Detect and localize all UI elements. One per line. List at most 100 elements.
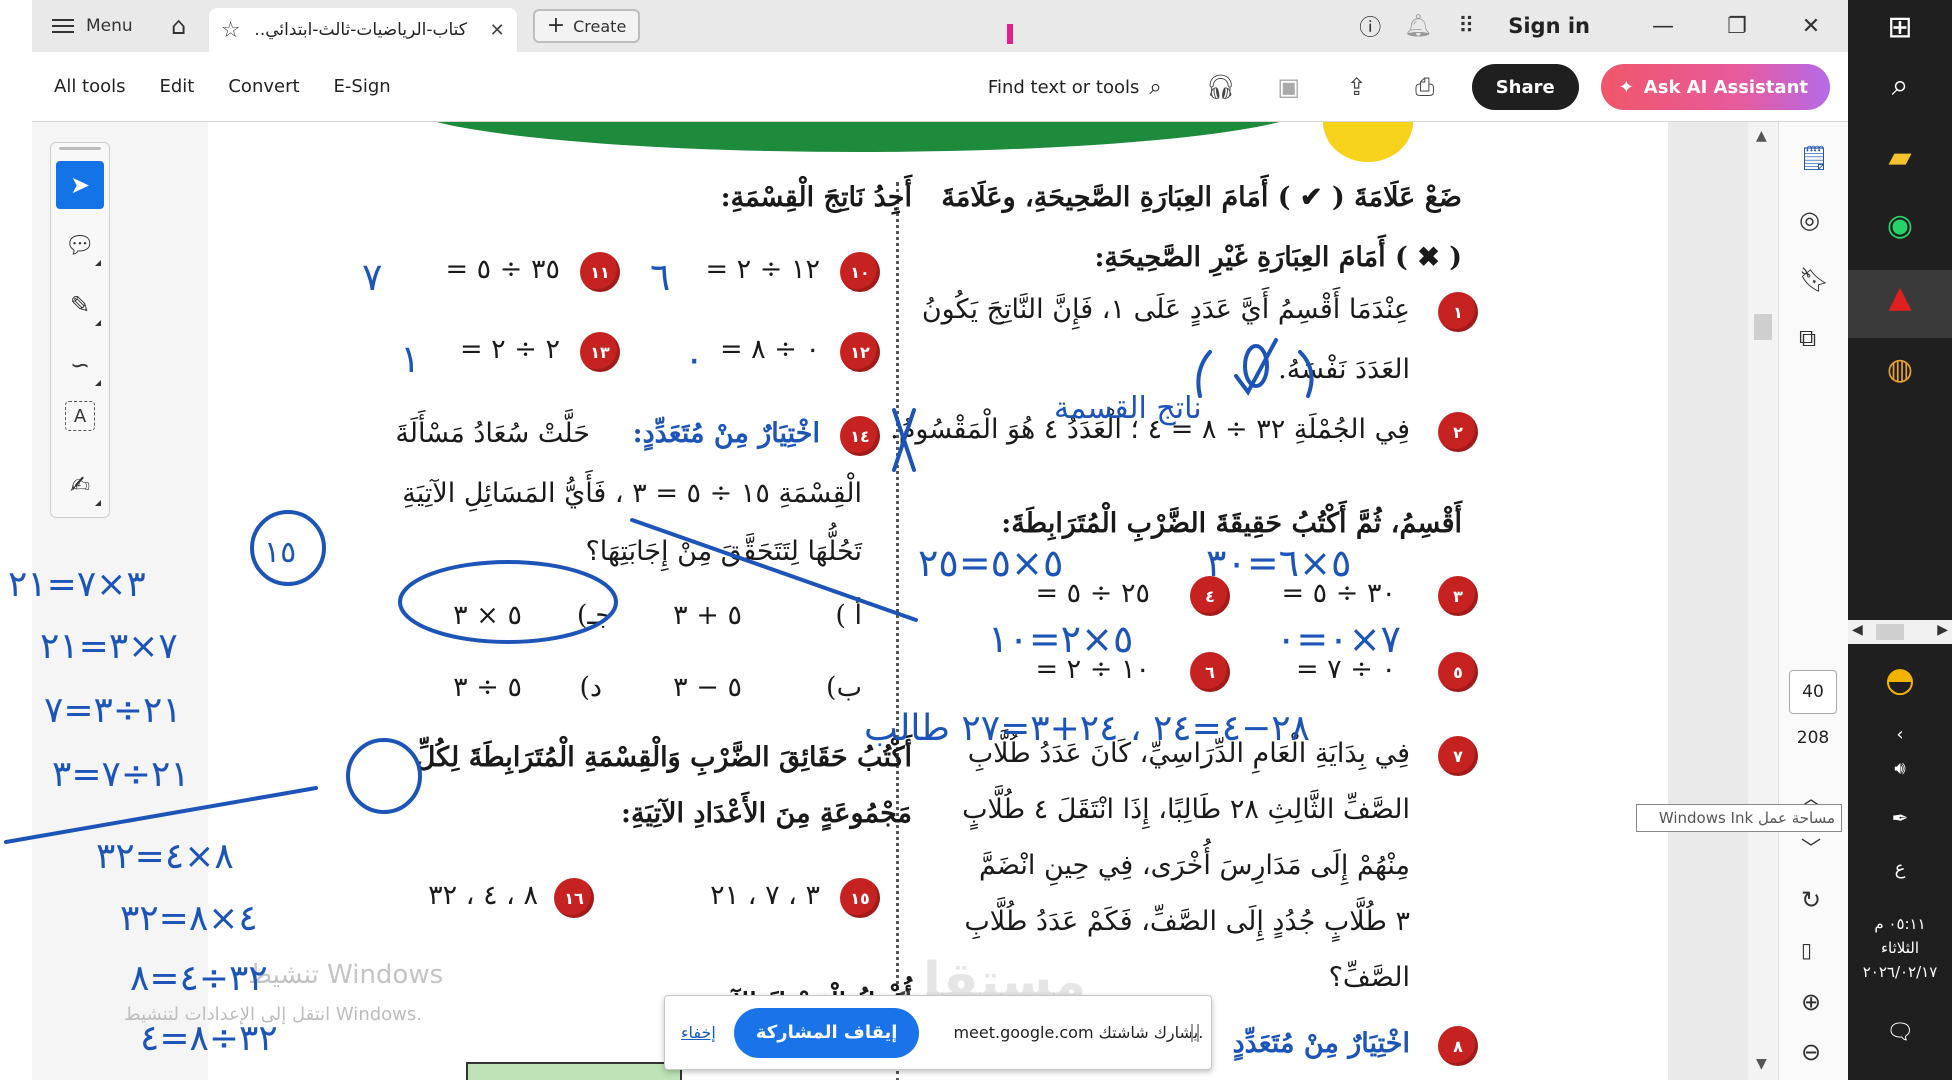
screen-share-bar: إخفاء إيقاف المشاركة meet.google.com يشا… xyxy=(664,995,1212,1070)
scroll-right-icon[interactable]: ▶ xyxy=(1937,622,1948,638)
hamburger-icon xyxy=(52,19,74,33)
page-total: 208 xyxy=(1796,728,1830,748)
app-window: Menu ⌂ ☆ كتاب-الرياضيات-ثالث-ابتدائي.. ✕… xyxy=(0,0,1952,1080)
next-page-icon[interactable]: ﹀ xyxy=(1801,832,1821,861)
apps-grid-icon[interactable]: ⠿ xyxy=(1442,14,1490,39)
fit-page-icon[interactable]: ▯ xyxy=(1801,938,1812,962)
q2-text: فِي الجُمْلَةِ ٣٢ ÷ ٨ = ٤ ؛ الْعَدَدُ ٤ … xyxy=(890,414,1410,445)
option-d: ٥ ÷ ٣ xyxy=(453,672,522,703)
zoom-out-icon[interactable]: ⊖ xyxy=(1801,1038,1821,1066)
option-b: ٥ − ٣ xyxy=(673,672,742,703)
pdf-page: ضَعْ عَلَامَةَ ( ✔ ) أَمَامَ العِبَارَةِ… xyxy=(208,122,1668,1080)
edit-menu[interactable]: Edit xyxy=(160,76,195,97)
restore-icon[interactable]: ❐ xyxy=(1700,14,1774,39)
h-scroll-thumb[interactable] xyxy=(1876,624,1904,640)
tool-palette: ➤ 💬︎ ✎ ∽ A ✍ xyxy=(50,142,110,518)
q14-title: اخْتِيَارٌ مِنْ مُتَعَدِّدٍ: xyxy=(632,418,820,449)
q5-expression: ٠ ÷ ٧ = xyxy=(1295,654,1396,685)
document-viewport[interactable]: ضَعْ عَلَامَةَ ( ✔ ) أَمَامَ العِبَارَةِ… xyxy=(124,122,1778,1080)
all-tools-menu[interactable]: All tools xyxy=(54,76,126,97)
volume-icon[interactable]: 🔊︎ xyxy=(1848,758,1952,779)
taskbar-clock[interactable]: ٠٥:١١ م الثلاثاء ٢٠٢٦/٠٢/١٧ xyxy=(1848,912,1952,984)
scroll-down-arrow-icon[interactable]: ▼ xyxy=(1756,1056,1767,1072)
create-button[interactable]: + Create xyxy=(532,9,641,43)
tab-title: كتاب-الرياضيات-ثالث-ابتدائي.. xyxy=(254,20,467,40)
notifications-icon[interactable]: 🗨︎ xyxy=(1848,1020,1952,1045)
sign-in-button[interactable]: Sign in xyxy=(1508,14,1590,38)
find-button[interactable]: Find text or tools ⌕ xyxy=(988,75,1162,100)
comments-icon[interactable]: ◎ xyxy=(1799,206,1820,234)
text-box-tool-icon[interactable]: A xyxy=(65,401,95,431)
horizontal-scrollbar[interactable]: ◀ ▶ xyxy=(1848,620,1952,644)
print-icon[interactable]: ⎙ xyxy=(1394,73,1456,101)
taskbar-search-icon[interactable]: ⌕ xyxy=(1848,68,1952,103)
bookmarks-icon[interactable]: 🔖︎ xyxy=(1799,266,1829,294)
menu-button[interactable]: Menu xyxy=(32,0,149,52)
palette-grip[interactable] xyxy=(59,147,101,150)
draw-tool-icon[interactable]: ∽ xyxy=(56,341,104,389)
share-button[interactable]: Share xyxy=(1471,64,1579,110)
question-badge-8: ٨ xyxy=(1438,1026,1478,1066)
option-a: ٥ + ٣ xyxy=(673,600,742,631)
heading-find-quotient: أَجِدُ نَاتِجَ الْقِسْمَةِ: xyxy=(720,182,912,213)
comment-tool-icon[interactable]: 💬︎ xyxy=(56,221,104,269)
read-aloud-icon[interactable]: 🎧︎ xyxy=(1190,73,1252,101)
drag-handle-icon[interactable] xyxy=(1191,1024,1199,1042)
close-tab-icon[interactable]: ✕ xyxy=(490,20,505,41)
main-toolbar: All tools Edit Convert E-Sign Find text … xyxy=(32,52,1848,122)
recording-indicator xyxy=(1007,24,1013,44)
right-sidebar: 🗒︎ ◎ 🔖︎ ⧉ 40 208 ︿ ﹀ ↻ ▯ ⊕ ⊖ xyxy=(1778,122,1848,1080)
close-window-icon[interactable]: ✕ xyxy=(1774,14,1848,39)
heading-multiplication-facts: أَقْسِمُ، ثُمَّ أَكْتُبُ حَقِيقَةَ الضَّ… xyxy=(1001,508,1462,539)
esign-menu[interactable]: E-Sign xyxy=(334,76,391,97)
stop-sharing-button[interactable]: إيقاف المشاركة xyxy=(733,1007,920,1058)
pages-icon[interactable]: ⧉ xyxy=(1799,324,1816,352)
ai-assistant-button[interactable]: ✦ Ask AI Assistant xyxy=(1600,64,1830,110)
weather-icon[interactable]: ◓ xyxy=(1848,660,1952,700)
rotate-icon[interactable]: ↻ xyxy=(1801,886,1821,914)
share-message: meet.google.com يشارك شاشتك. xyxy=(953,1023,1204,1042)
document-tab[interactable]: ☆ كتاب-الرياضيات-ثالث-ابتدائي.. ✕ xyxy=(208,8,517,52)
star-icon[interactable]: ☆ xyxy=(221,18,241,43)
help-icon[interactable]: ⓘ xyxy=(1346,10,1394,42)
question-badge-6: ٦ xyxy=(1190,652,1230,692)
ai-summary-icon[interactable]: 🗒︎ xyxy=(1799,144,1829,172)
ink-workspace-tooltip: مساحة عمل Windows Ink xyxy=(1636,804,1842,832)
acrobat-icon[interactable]: ▲ xyxy=(1848,280,1952,315)
home-icon[interactable]: ⌂ xyxy=(149,0,209,52)
hide-share-bar-link[interactable]: إخفاء xyxy=(681,1023,716,1042)
bell-icon[interactable]: 🔔︎ xyxy=(1394,14,1442,39)
vertical-scrollbar[interactable]: ▲ ▼ xyxy=(1748,122,1778,1080)
question-badge-15: ١٥ xyxy=(840,878,880,918)
scrollbar-thumb[interactable] xyxy=(1754,314,1772,340)
clock-day: الثلاثاء xyxy=(1880,939,1919,957)
page-number-input[interactable]: 40 xyxy=(1789,670,1837,714)
scroll-left-icon[interactable]: ◀ xyxy=(1852,622,1863,638)
q10-expression: ١٢ ÷ ٢ = xyxy=(705,254,820,285)
chrome-icon[interactable]: ◍ xyxy=(1848,352,1952,387)
whatsapp-icon[interactable]: ◉ xyxy=(1848,208,1952,243)
windows-start-icon[interactable]: ⊞ xyxy=(1848,10,1952,45)
heading-fact-families: أَكْتُبُ حَقَائِقَ الضَّرْبِ وَالْقِسْمَ… xyxy=(415,742,912,773)
plus-icon: + xyxy=(546,13,566,38)
q14-line3: تَحُلُّهَا لِتَتَحَقَّقَ مِنْ إِجَابَتِه… xyxy=(585,536,862,567)
select-tool-icon[interactable]: ➤ xyxy=(56,161,104,209)
file-explorer-icon[interactable]: ▰ xyxy=(1848,140,1952,175)
convert-menu[interactable]: Convert xyxy=(228,76,299,97)
zoom-in-icon[interactable]: ⊕ xyxy=(1801,988,1821,1016)
upload-icon[interactable]: ⇪ xyxy=(1326,73,1388,101)
q16-number-set: ٨ ، ٤ ، ٣٢ xyxy=(428,880,538,911)
highlight-tool-icon[interactable]: ✎ xyxy=(56,281,104,329)
minimize-icon[interactable]: — xyxy=(1626,14,1700,39)
question-badge-16: ١٦ xyxy=(554,878,594,918)
pen-icon[interactable]: ✒ xyxy=(1848,806,1952,830)
q1-line2: العَدَدَ نَفْسَهُ. xyxy=(1278,354,1410,385)
language-indicator[interactable]: ع xyxy=(1848,858,1952,879)
sun-decoration xyxy=(1323,122,1413,162)
save-icon[interactable]: ▣ xyxy=(1258,73,1320,101)
scroll-up-arrow-icon[interactable]: ▲ xyxy=(1756,128,1767,144)
ai-sparkle-icon: ✦ xyxy=(1618,76,1634,98)
tray-expand-icon[interactable]: ‹ xyxy=(1848,724,1952,745)
sign-tool-icon[interactable]: ✍ xyxy=(56,461,104,509)
q11-expression: ٣٥ ÷ ٥ = xyxy=(445,254,560,285)
